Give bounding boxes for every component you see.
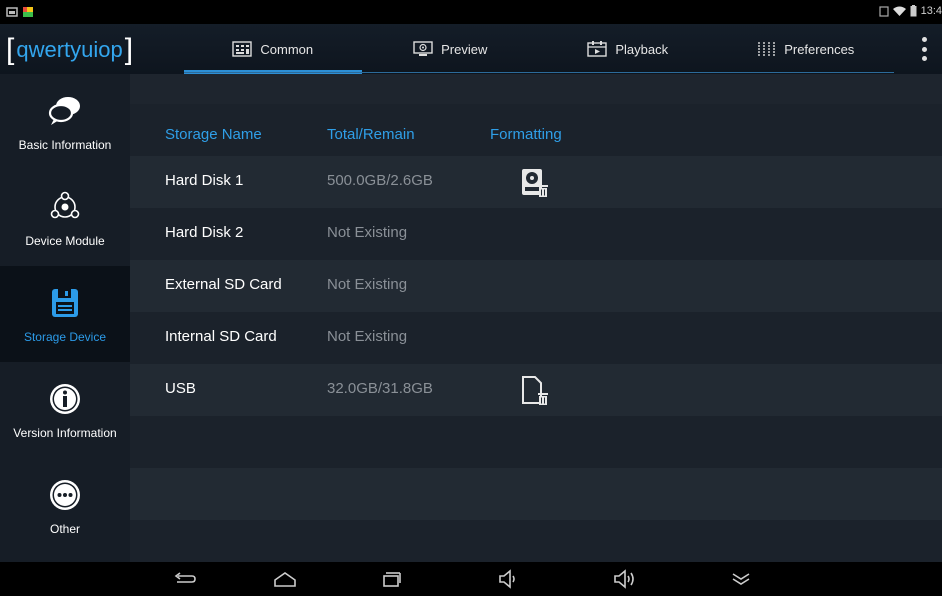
system-nav-bar (0, 562, 942, 596)
storage-name: Hard Disk 1 (165, 172, 244, 189)
alarm-icon (878, 6, 889, 17)
back-icon (174, 572, 196, 583)
more-dots-icon (50, 480, 80, 510)
recents-button[interactable] (378, 568, 404, 590)
storage-capacity: Not Existing (327, 276, 408, 293)
sidebar-item-storage-device[interactable]: Storage Device (0, 266, 130, 362)
sidebar-item-label: Other (49, 522, 80, 536)
table-row-empty (130, 416, 942, 468)
tab-preferences[interactable]: Preferences (717, 24, 895, 74)
sidebar-item-label: Basic Information (18, 138, 112, 152)
info-icon (50, 384, 80, 414)
collapse-button[interactable] (728, 568, 754, 590)
volume-up-icon (614, 569, 634, 589)
volume-down-icon (499, 569, 515, 589)
tab-preview-label: Preview (441, 41, 488, 57)
storage-panel: Storage Name Total/Remain Formatting Har… (130, 74, 942, 562)
tab-common[interactable]: Common (184, 24, 362, 74)
floppy-disk-icon (52, 289, 78, 317)
sidebar: Basic Information Device Module Storage … (0, 74, 130, 562)
table-header: Storage Name Total/Remain Formatting (130, 104, 942, 156)
home-icon (274, 572, 296, 587)
table-row: USB 32.0GB/31.8GB (130, 364, 942, 416)
screenshot-icon (6, 7, 18, 17)
table-row-empty (130, 468, 942, 520)
sidebar-item-label: Device Module (25, 234, 105, 248)
status-time: 13:4 (920, 5, 942, 17)
collapse-icon (732, 573, 750, 585)
table-row: Hard Disk 2 Not Existing (130, 208, 942, 260)
storage-name: USB (165, 380, 196, 397)
storage-capacity: Not Existing (327, 224, 408, 241)
table-row: Hard Disk 1 500.0GB/2.6GB (130, 156, 942, 208)
tab-playback[interactable]: Playback (539, 24, 717, 74)
storage-capacity: 32.0GB/31.8GB (327, 380, 433, 397)
app-logo: [qwertyuiop] (6, 33, 134, 66)
table-row: External SD Card Not Existing (130, 260, 942, 312)
sidebar-item-device-module[interactable]: Device Module (0, 170, 130, 266)
sidebar-item-other[interactable]: Other (0, 458, 130, 554)
column-header-total-remain: Total/Remain (327, 126, 415, 143)
app-name: qwertyuiop (16, 37, 123, 62)
wifi-icon (892, 6, 906, 16)
sidebar-item-label: Storage Device (23, 330, 107, 344)
module-nodes-icon (50, 191, 80, 219)
table-row: Internal SD Card Not Existing (130, 312, 942, 364)
chat-bubbles-icon (48, 97, 80, 125)
volume-up-button[interactable] (612, 568, 638, 590)
tab-underline (184, 72, 894, 73)
recents-icon (383, 572, 401, 587)
column-header-formatting: Formatting (490, 126, 562, 143)
battery-icon (910, 5, 917, 17)
storage-name: Internal SD Card (165, 328, 277, 345)
sidebar-item-label: Version Information (13, 426, 117, 440)
gallery-icon (23, 7, 33, 17)
sidebar-item-basic-information[interactable]: Basic Information (0, 74, 130, 170)
preferences-sliders-icon (758, 42, 775, 56)
volume-down-button[interactable] (496, 568, 522, 590)
storage-name: External SD Card (165, 276, 282, 293)
storage-name: Hard Disk 2 (165, 224, 244, 241)
format-usb-icon[interactable] (518, 374, 552, 408)
tab-preferences-label: Preferences (784, 41, 855, 57)
tab-preview[interactable]: Preview (362, 24, 540, 74)
tab-bar: Common Preview Playback Preferences (184, 24, 894, 74)
storage-capacity: Not Existing (327, 328, 408, 345)
app-header: [qwertyuiop] Common Preview Playback Pre… (0, 24, 942, 74)
storage-capacity: 500.0GB/2.6GB (327, 172, 433, 189)
status-bar: 13:4 (0, 0, 942, 24)
preview-monitor-icon (413, 41, 433, 56)
more-vertical-icon[interactable] (918, 34, 930, 64)
tab-playback-label: Playback (615, 41, 669, 57)
column-header-storage-name: Storage Name (165, 126, 262, 143)
format-harddisk-icon[interactable] (518, 166, 552, 200)
common-grid-icon (232, 41, 253, 57)
sidebar-item-version-information[interactable]: Version Information (0, 362, 130, 458)
tab-common-label: Common (260, 41, 314, 57)
playback-calendar-icon (587, 41, 608, 57)
home-button[interactable] (272, 568, 298, 590)
back-button[interactable] (172, 568, 198, 590)
